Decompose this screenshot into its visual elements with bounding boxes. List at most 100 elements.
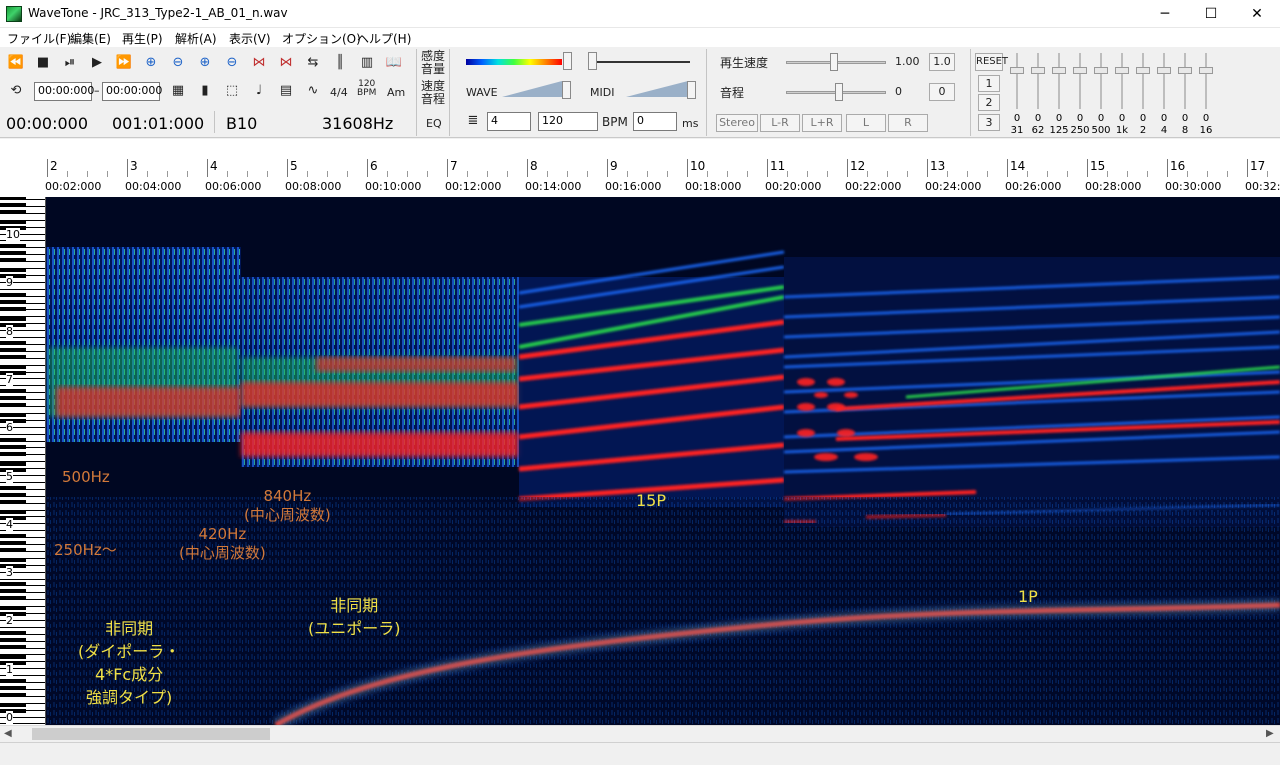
black-key[interactable] [0, 251, 26, 256]
black-key[interactable] [0, 693, 26, 697]
black-key[interactable] [0, 509, 26, 514]
black-key[interactable] [0, 451, 26, 456]
speed-reset-button[interactable]: 1.0 [929, 53, 955, 71]
black-key[interactable] [0, 403, 26, 408]
menu-play[interactable]: 再生(P) [122, 30, 163, 47]
waveform-icon[interactable]: ║ [330, 53, 350, 73]
black-key[interactable] [0, 612, 26, 617]
black-key[interactable] [0, 564, 26, 569]
black-key[interactable] [0, 596, 26, 601]
channel-left-button[interactable]: L [846, 114, 886, 132]
chord-button[interactable]: Am [387, 86, 405, 99]
bpm-icon-button[interactable]: 120 BPM [357, 80, 376, 98]
black-key[interactable] [0, 606, 26, 611]
channel-lr-sum-button[interactable]: L+R [802, 114, 842, 132]
menu-analyze[interactable]: 解析(A) [175, 30, 217, 47]
black-key[interactable] [0, 347, 26, 352]
black-key[interactable] [0, 654, 26, 659]
table-icon[interactable]: ▤ [276, 81, 296, 101]
black-key[interactable] [0, 210, 26, 214]
waveform-alt-icon[interactable]: ▥ [357, 53, 377, 73]
menu-view[interactable]: 表示(V) [229, 30, 271, 47]
note-icon[interactable]: ♩ [249, 81, 269, 101]
black-key[interactable] [0, 322, 26, 327]
fast-forward-icon[interactable]: ⏩ [114, 53, 134, 73]
black-key[interactable] [0, 203, 26, 207]
black-key[interactable] [0, 548, 26, 553]
black-key[interactable] [0, 644, 26, 649]
volume-track[interactable] [590, 61, 690, 63]
black-key[interactable] [0, 370, 26, 375]
piano-keyboard[interactable]: 10 9 8 7 6 5 4 3 2 1 0 [0, 197, 46, 725]
black-key[interactable] [0, 220, 26, 224]
black-key[interactable] [0, 558, 26, 563]
black-key[interactable] [0, 589, 26, 594]
black-key[interactable] [0, 413, 26, 418]
midi-volume-thumb[interactable] [687, 81, 696, 99]
black-key[interactable] [0, 274, 26, 279]
black-key[interactable] [0, 709, 26, 713]
black-key[interactable] [0, 354, 26, 359]
bpm-field[interactable]: 120 [538, 112, 598, 131]
black-key[interactable] [0, 396, 26, 401]
wave-volume-thumb[interactable] [562, 81, 571, 99]
black-key[interactable] [0, 660, 26, 665]
clip-icon[interactable]: ▮ [195, 81, 215, 101]
black-key[interactable] [0, 582, 26, 587]
menu-file[interactable]: ファイル(F) [7, 30, 71, 47]
black-key[interactable] [0, 541, 26, 546]
black-key[interactable] [0, 268, 26, 273]
black-key[interactable] [0, 197, 26, 200]
loop-icon[interactable]: ⟲ [6, 81, 26, 101]
volume-thumb[interactable] [588, 52, 597, 70]
black-key[interactable] [0, 340, 26, 345]
black-key[interactable] [0, 244, 26, 249]
black-key[interactable] [0, 437, 26, 442]
black-key[interactable] [0, 679, 26, 683]
pause-play-icon[interactable]: ⏯ [60, 53, 80, 73]
stop-icon[interactable]: ■ [33, 53, 53, 73]
loop-end-field[interactable]: 00:00:000 [102, 82, 162, 101]
beat-button[interactable]: 4/4 [330, 86, 348, 99]
rewind-icon[interactable]: ⏪ [6, 53, 26, 73]
grid-icon[interactable]: ▦ [168, 81, 188, 101]
expand-icon[interactable]: ⋈ [249, 53, 269, 73]
black-key[interactable] [0, 419, 26, 424]
black-key[interactable] [0, 630, 26, 635]
zoom-out-horizontal-icon[interactable]: ⊖ [168, 53, 188, 73]
pitch-reset-button[interactable]: 0 [929, 83, 955, 101]
menu-options[interactable]: オプション(O) [282, 30, 361, 47]
zoom-out-vertical-icon[interactable]: ⊖ [222, 53, 242, 73]
black-key[interactable] [0, 461, 26, 466]
swap-icon[interactable]: ⇆ [303, 53, 323, 73]
black-key[interactable] [0, 492, 26, 497]
play-icon[interactable]: ▶ [87, 53, 107, 73]
zoom-in-vertical-icon[interactable]: ⊕ [195, 53, 215, 73]
eq-reset-button[interactable]: RESET [975, 53, 1008, 71]
pitch-thumb[interactable] [835, 83, 843, 101]
eq-preset-3-button[interactable]: 3 [978, 114, 1000, 131]
curve-icon[interactable]: ∿ [303, 81, 323, 101]
black-key[interactable] [0, 703, 26, 707]
horizontal-scrollbar[interactable]: ◀ ▶ [0, 725, 1280, 742]
sensitivity-thumb[interactable] [563, 52, 572, 70]
speed-thumb[interactable] [830, 53, 838, 71]
black-key[interactable] [0, 389, 26, 394]
maximize-button[interactable]: ☐ [1188, 0, 1234, 28]
stereo-button[interactable]: Stereo [716, 114, 758, 132]
black-key[interactable] [0, 499, 26, 504]
select-icon[interactable]: ⬚ [222, 81, 242, 101]
black-key[interactable] [0, 364, 26, 369]
channel-right-button[interactable]: R [888, 114, 928, 132]
black-key[interactable] [0, 444, 26, 449]
wave-volume-ramp[interactable] [502, 81, 562, 97]
black-key[interactable] [0, 258, 26, 263]
channel-lr-diff-button[interactable]: L-R [760, 114, 800, 132]
time-ruler[interactable]: 2 3 4 5 6 7 8 9 10 11 12 13 14 15 16 17 00:02:000 00:04:0… [0, 139, 1280, 197]
eq-preset-2-button[interactable]: 2 [978, 94, 1000, 111]
midi-volume-ramp[interactable] [626, 81, 688, 97]
ms-field[interactable]: 0 [633, 112, 677, 131]
black-key[interactable] [0, 316, 26, 321]
black-key[interactable] [0, 306, 26, 311]
zoom-in-horizontal-icon[interactable]: ⊕ [141, 53, 161, 73]
